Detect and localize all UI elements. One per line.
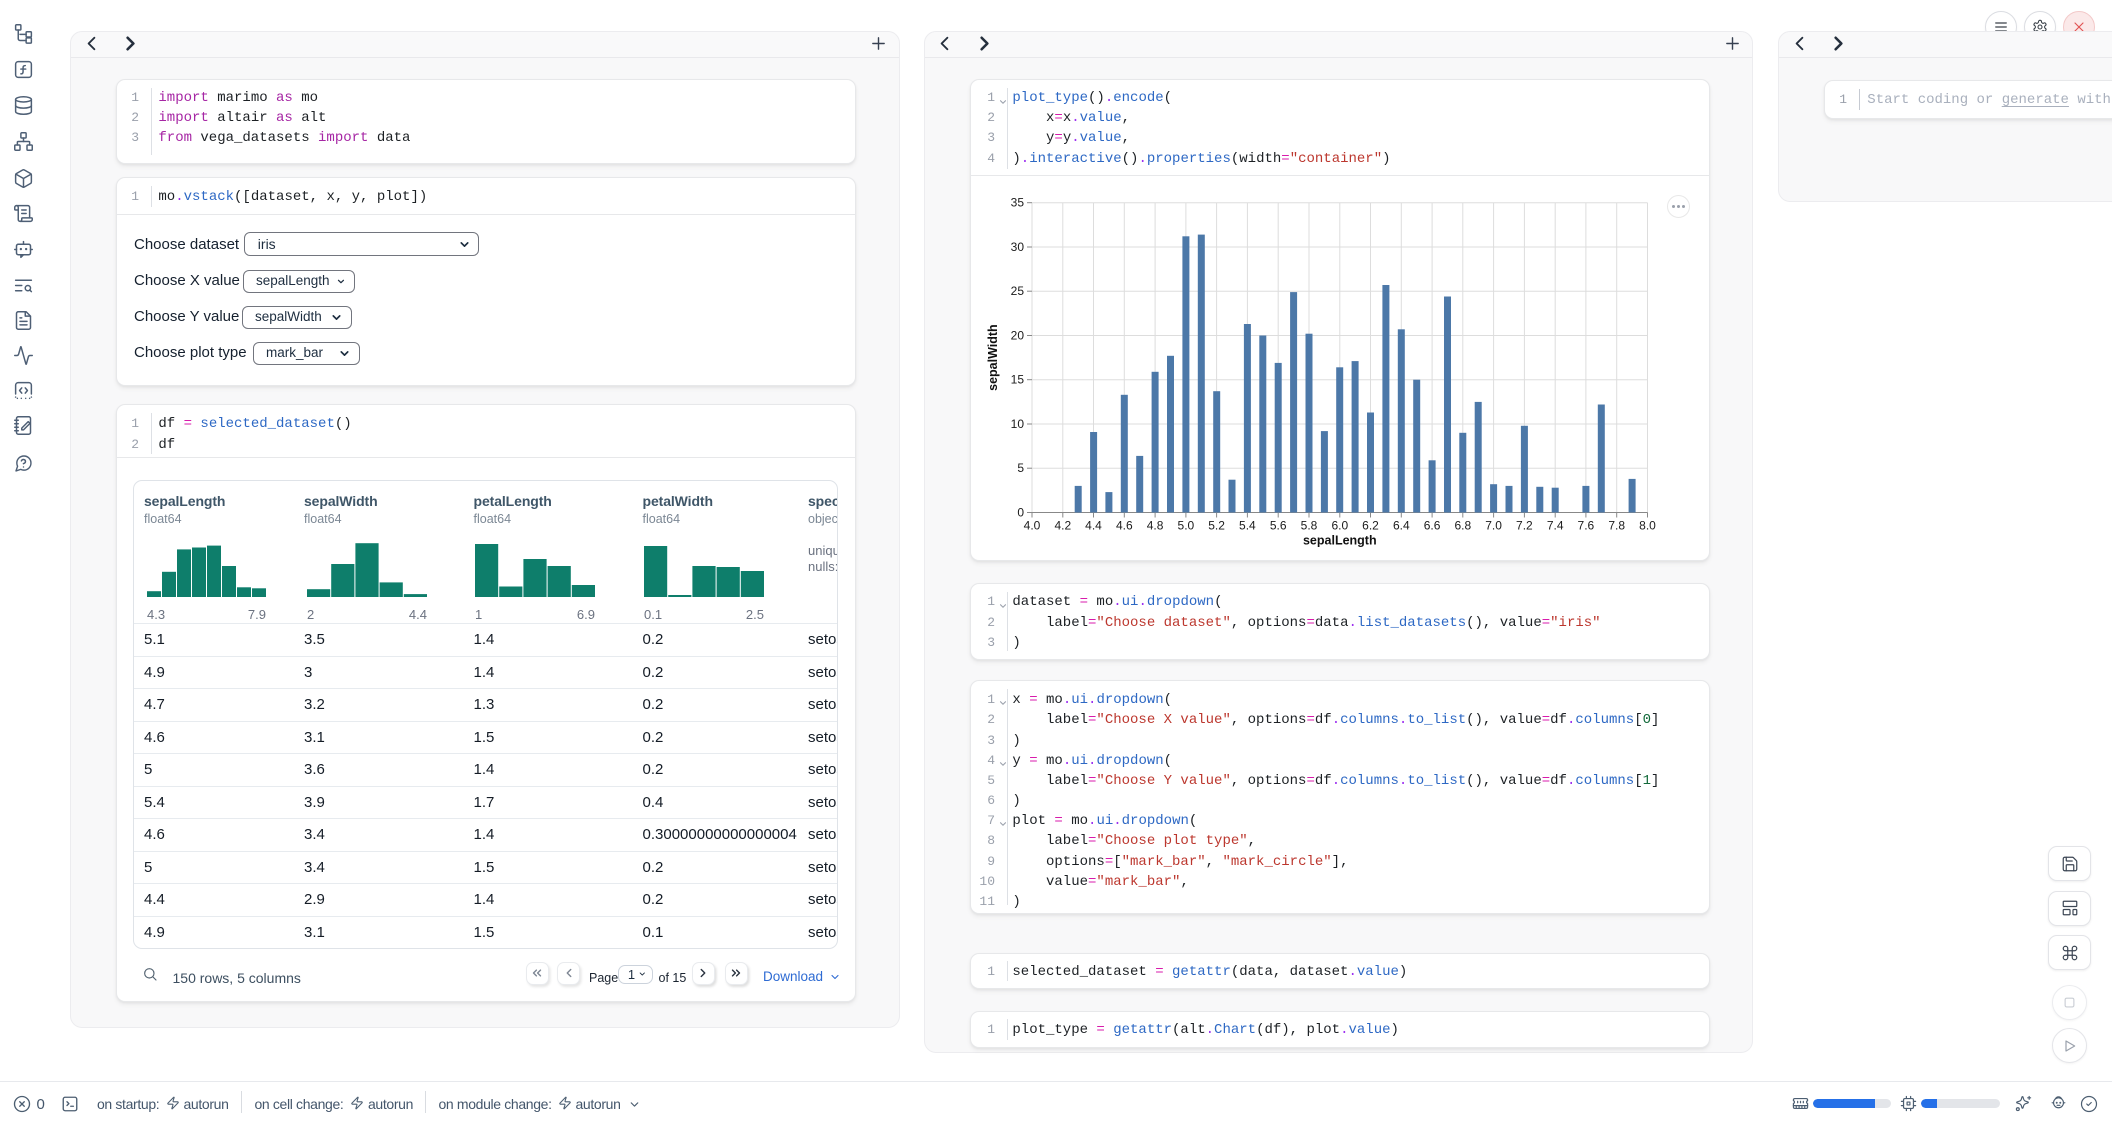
svg-text:7.4: 7.4 bbox=[1547, 519, 1564, 533]
svg-text:7.0: 7.0 bbox=[1485, 519, 1502, 533]
svg-text:20: 20 bbox=[1011, 329, 1025, 343]
svg-text:5.4: 5.4 bbox=[1239, 519, 1256, 533]
svg-text:4.2: 4.2 bbox=[1054, 519, 1071, 533]
svg-text:6.8: 6.8 bbox=[1454, 519, 1471, 533]
svg-text:7.8: 7.8 bbox=[1608, 519, 1625, 533]
svg-text:5.8: 5.8 bbox=[1301, 519, 1318, 533]
svg-text:6.0: 6.0 bbox=[1331, 519, 1348, 533]
svg-text:5: 5 bbox=[1017, 461, 1024, 475]
svg-text:25: 25 bbox=[1011, 284, 1025, 298]
svg-text:7.2: 7.2 bbox=[1516, 519, 1533, 533]
svg-text:4.0: 4.0 bbox=[1024, 519, 1041, 533]
svg-text:10: 10 bbox=[1011, 417, 1025, 431]
svg-text:4.8: 4.8 bbox=[1147, 519, 1164, 533]
svg-text:5.0: 5.0 bbox=[1178, 519, 1195, 533]
svg-text:6.4: 6.4 bbox=[1393, 519, 1410, 533]
svg-text:4.4: 4.4 bbox=[1085, 519, 1102, 533]
svg-text:4.6: 4.6 bbox=[1116, 519, 1133, 533]
svg-text:6.6: 6.6 bbox=[1424, 519, 1441, 533]
svg-text:30: 30 bbox=[1011, 240, 1025, 254]
svg-text:8.0: 8.0 bbox=[1639, 519, 1656, 533]
svg-text:35: 35 bbox=[1011, 196, 1025, 210]
svg-text:0: 0 bbox=[1017, 506, 1024, 520]
svg-text:6.2: 6.2 bbox=[1362, 519, 1379, 533]
svg-text:5.6: 5.6 bbox=[1270, 519, 1287, 533]
svg-text:sepalWidth: sepalWidth bbox=[986, 324, 1000, 391]
svg-text:7.6: 7.6 bbox=[1578, 519, 1595, 533]
svg-text:15: 15 bbox=[1011, 373, 1025, 387]
svg-text:sepalLength: sepalLength bbox=[1303, 534, 1377, 548]
svg-text:5.2: 5.2 bbox=[1208, 519, 1225, 533]
